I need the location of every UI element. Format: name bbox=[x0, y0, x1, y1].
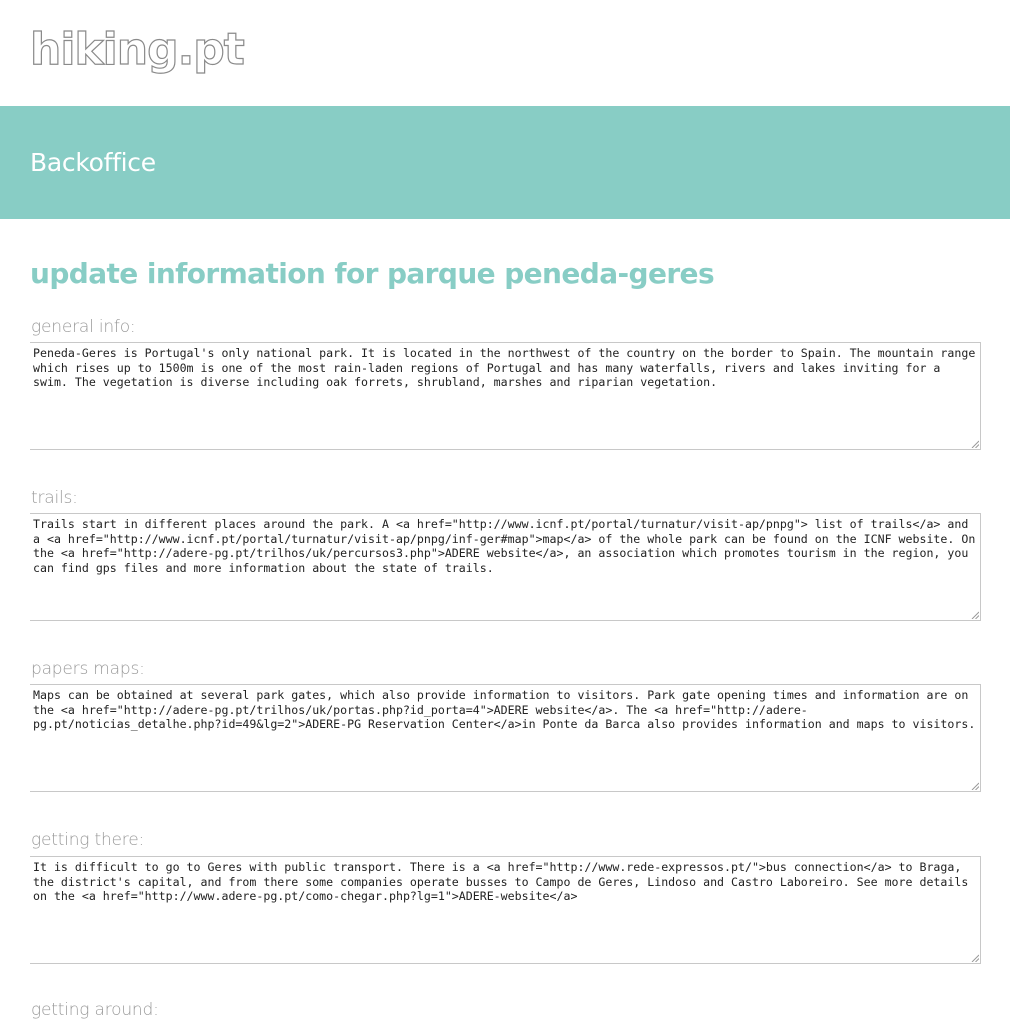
header: hiking.pt bbox=[0, 0, 1010, 106]
trails-textarea[interactable]: Trails start in different places around … bbox=[30, 513, 981, 621]
getting-around-label: getting around: bbox=[31, 1000, 159, 1020]
getting-there-textarea[interactable]: It is difficult to go to Geres with publ… bbox=[30, 856, 981, 964]
getting-there-label: getting there: bbox=[31, 830, 144, 850]
banner-title: Backoffice bbox=[30, 148, 156, 177]
paper-maps-text: Maps can be obtained at several park gat… bbox=[33, 688, 976, 732]
site-logo[interactable]: hiking.pt bbox=[29, 23, 245, 76]
paper-maps-label: papers maps: bbox=[31, 659, 145, 679]
resize-grip-icon[interactable] bbox=[971, 782, 979, 790]
getting-there-text: It is difficult to go to Geres with publ… bbox=[33, 860, 976, 904]
resize-grip-icon[interactable] bbox=[971, 954, 979, 962]
page-title: update information for parque peneda-ger… bbox=[30, 257, 715, 290]
resize-grip-icon[interactable] bbox=[971, 440, 979, 448]
trails-label: trails: bbox=[31, 488, 78, 508]
general-info-text: Peneda-Geres is Portugal's only national… bbox=[33, 346, 983, 390]
resize-grip-icon[interactable] bbox=[971, 611, 979, 619]
general-info-label: general info: bbox=[31, 317, 136, 337]
banner: Backoffice bbox=[0, 106, 1010, 219]
trails-text: Trails start in different places around … bbox=[33, 517, 983, 575]
paper-maps-textarea[interactable]: Maps can be obtained at several park gat… bbox=[30, 684, 981, 792]
general-info-textarea[interactable]: Peneda-Geres is Portugal's only national… bbox=[30, 342, 981, 450]
